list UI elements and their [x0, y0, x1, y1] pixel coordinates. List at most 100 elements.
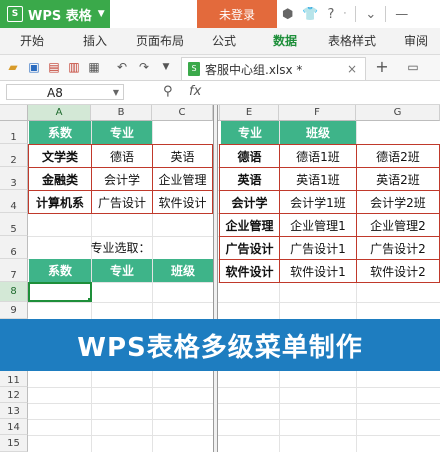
- login-button[interactable]: 未登录: [197, 0, 277, 28]
- zoom-search-icon[interactable]: ⚲: [163, 84, 173, 99]
- row-header-14[interactable]: 14: [0, 419, 28, 435]
- table1-cell[interactable]: 广告设计: [91, 190, 153, 214]
- table2-cell[interactable]: 软件设计1: [279, 259, 357, 283]
- sync-icon[interactable]: ⬢: [282, 7, 293, 22]
- open-folder-icon[interactable]: ▰: [5, 59, 21, 75]
- row-header-3[interactable]: 3: [0, 167, 28, 190]
- tab-data[interactable]: 数据: [273, 28, 297, 54]
- save-icon[interactable]: ▣: [26, 59, 42, 75]
- table2-cell[interactable]: 英语2班: [356, 167, 440, 191]
- fill-handle[interactable]: [88, 298, 90, 300]
- table2-header-class[interactable]: 班级: [280, 121, 356, 144]
- table2-cell[interactable]: 英语1班: [279, 167, 357, 191]
- tab-formulas[interactable]: 公式: [212, 28, 236, 54]
- table2-cell[interactable]: 德语1班: [279, 144, 357, 168]
- row-header-13[interactable]: 13: [0, 403, 28, 419]
- table2-cell[interactable]: 会计学1班: [279, 190, 357, 214]
- tab-start[interactable]: 开始: [20, 28, 44, 54]
- tab-table-style[interactable]: 表格样式: [328, 28, 376, 54]
- gridline: [28, 302, 440, 303]
- row-header-6[interactable]: 6: [0, 236, 28, 259]
- row-header-15[interactable]: 15: [0, 435, 28, 452]
- table1-cell[interactable]: 企业管理: [152, 167, 213, 191]
- row-header-7[interactable]: 7: [0, 259, 28, 282]
- column-header-f[interactable]: F: [279, 105, 356, 121]
- title-icons: ⬢ 👕 ? ⋅ ⌄ —: [282, 0, 408, 28]
- table2-cell[interactable]: 软件设计2: [356, 259, 440, 283]
- column-header-g[interactable]: G: [356, 105, 440, 121]
- table2-cell[interactable]: 会计学: [219, 190, 280, 214]
- quick-access-toolbar: ▰ ▣ ▤ ▥ ▦ ↶ ↷ ▼ S 客服中心组.xlsx * × + ▭: [0, 55, 440, 81]
- skin-icon[interactable]: 👕: [302, 7, 318, 22]
- print-preview-icon[interactable]: ▦: [86, 59, 102, 75]
- table1-header-category[interactable]: 系数: [29, 121, 91, 144]
- table1-cell[interactable]: 文学类: [28, 144, 92, 168]
- table1-cell[interactable]: 计算机系: [28, 190, 92, 214]
- table2-cell[interactable]: 广告设计1: [279, 236, 357, 260]
- name-box[interactable]: A8 ▼: [6, 84, 124, 100]
- collapse-ribbon-icon[interactable]: ⌄: [365, 7, 376, 22]
- divider: [355, 6, 357, 22]
- help-menu-icon[interactable]: ⋅: [343, 9, 346, 19]
- row-header-9[interactable]: 9: [0, 302, 28, 319]
- redo-icon[interactable]: ↷: [136, 59, 152, 75]
- table2-cell[interactable]: 企业管理2: [356, 213, 440, 237]
- select-all-corner[interactable]: [0, 105, 28, 121]
- spreadsheet-grid[interactable]: A B C D E F G 1 2 3 4 5 6 7 8 9 10 11 12…: [0, 105, 440, 452]
- selected-cell-a8[interactable]: [28, 282, 92, 302]
- row-header-8[interactable]: 8: [0, 282, 28, 302]
- new-tab-icon[interactable]: +: [374, 59, 390, 75]
- app-name: WPS 表格: [28, 8, 92, 24]
- undo-icon[interactable]: ↶: [114, 59, 130, 75]
- document-title: 客服中心组.xlsx *: [205, 62, 303, 77]
- table2-header-major[interactable]: 专业: [221, 121, 279, 144]
- table2-cell[interactable]: 企业管理: [219, 213, 280, 237]
- row-header-1[interactable]: 1: [0, 121, 28, 144]
- column-header-b[interactable]: B: [91, 105, 152, 121]
- table1-cell[interactable]: 软件设计: [152, 190, 213, 214]
- tab-list-icon[interactable]: ▭: [405, 59, 421, 75]
- row-header-2[interactable]: 2: [0, 144, 28, 167]
- table2-cell[interactable]: 英语: [219, 167, 280, 191]
- document-tab[interactable]: S 客服中心组.xlsx * ×: [181, 57, 366, 80]
- export-pdf-icon[interactable]: ▤: [46, 59, 62, 75]
- row-header-5[interactable]: 5: [0, 213, 28, 236]
- table2-cell[interactable]: 会计学2班: [356, 190, 440, 214]
- close-tab-icon[interactable]: ×: [347, 62, 357, 76]
- table1-cell[interactable]: 英语: [152, 144, 213, 168]
- toolbar-more-icon[interactable]: ▼: [158, 59, 174, 75]
- chevron-down-icon: ▼: [97, 9, 105, 19]
- minimize-icon[interactable]: —: [395, 7, 408, 22]
- app-menu-button[interactable]: S WPS 表格 ▼: [0, 0, 110, 28]
- fx-icon[interactable]: fx: [189, 84, 201, 99]
- tab-review[interactable]: 审阅: [404, 28, 428, 54]
- tab-page-layout[interactable]: 页面布局: [136, 28, 184, 54]
- column-header-a[interactable]: A: [28, 105, 91, 121]
- table2-cell[interactable]: 企业管理1: [279, 213, 357, 237]
- selection-header-major[interactable]: 专业: [92, 259, 152, 282]
- selection-header-category[interactable]: 系数: [29, 259, 91, 282]
- table2-cell[interactable]: 德语: [219, 144, 280, 168]
- table2-cell[interactable]: 软件设计: [219, 259, 280, 283]
- wps-logo-icon: S: [7, 6, 23, 22]
- table2-cell[interactable]: 广告设计: [219, 236, 280, 260]
- row-header-12[interactable]: 12: [0, 387, 28, 403]
- frozen-pane-splitter[interactable]: [213, 105, 218, 452]
- column-header-e[interactable]: E: [220, 105, 279, 121]
- column-header-c[interactable]: C: [152, 105, 213, 121]
- print-icon[interactable]: ▥: [66, 59, 82, 75]
- row-header-4[interactable]: 4: [0, 190, 28, 213]
- row-header-11[interactable]: 11: [0, 371, 28, 387]
- gridline: [28, 435, 440, 436]
- table1-header-major[interactable]: 专业: [92, 121, 152, 144]
- table1-cell[interactable]: 会计学: [91, 167, 153, 191]
- cell-reference: A8: [47, 86, 63, 100]
- tab-insert[interactable]: 插入: [83, 28, 107, 54]
- table2-cell[interactable]: 广告设计2: [356, 236, 440, 260]
- help-icon[interactable]: ?: [328, 7, 335, 22]
- spreadsheet-file-icon: S: [188, 62, 200, 76]
- table2-cell[interactable]: 德语2班: [356, 144, 440, 168]
- table1-cell[interactable]: 德语: [91, 144, 153, 168]
- selection-header-class[interactable]: 班级: [153, 259, 213, 282]
- table1-cell[interactable]: 金融类: [28, 167, 92, 191]
